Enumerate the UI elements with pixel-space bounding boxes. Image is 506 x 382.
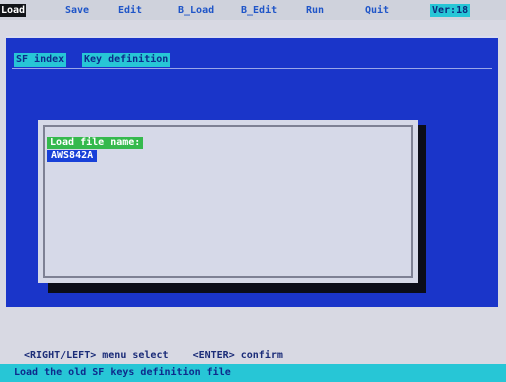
menu-bar: Load Save Edit B_Load B_Edit Run Quit Ve…	[0, 0, 506, 20]
status-bar: Load the old SF keys definition file	[0, 364, 506, 382]
dialog-frame: Load file name: AWS842A	[43, 125, 413, 278]
menu-save[interactable]: Save	[65, 4, 89, 17]
menu-b-edit[interactable]: B_Edit	[241, 4, 277, 17]
menu-b-load[interactable]: B_Load	[178, 4, 214, 17]
menu-edit[interactable]: Edit	[118, 4, 142, 17]
tab-key-definition[interactable]: Key definition	[82, 53, 171, 67]
menu-quit[interactable]: Quit	[365, 4, 389, 17]
key-hint: <RIGHT/LEFT> menu select <ENTER> confirm	[24, 350, 283, 361]
main-window: SF index Key definition Load file name: …	[6, 36, 498, 307]
load-file-label: Load file name:	[47, 137, 144, 149]
menu-load[interactable]: Load	[0, 4, 27, 17]
status-text: Load the old SF keys definition file	[14, 367, 231, 378]
load-file-dialog: Load file name: AWS842A	[38, 120, 418, 283]
menu-run[interactable]: Run	[306, 4, 324, 17]
load-file-input[interactable]: AWS842A	[47, 150, 98, 162]
version-badge: Ver:18	[430, 4, 471, 17]
tab-sf-index[interactable]: SF index	[14, 53, 67, 67]
tab-divider	[12, 68, 492, 69]
